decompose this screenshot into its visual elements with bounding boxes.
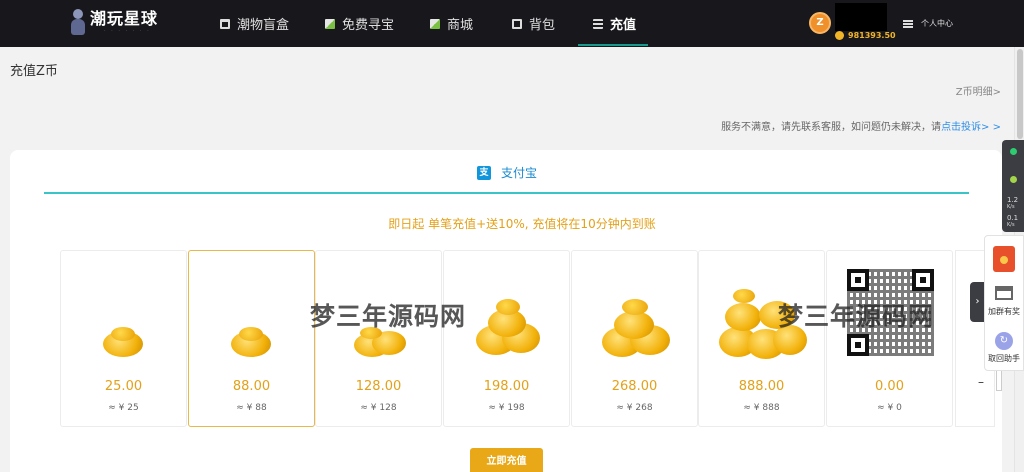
collapse-chevron-icon[interactable]: › — [970, 282, 985, 322]
user-center-link[interactable]: 个人中心 — [903, 18, 953, 29]
balance-value: 981393.50 — [848, 31, 896, 40]
nav-item-label: 潮物盲盒 — [237, 18, 290, 33]
user-center-label: 个人中心 — [921, 19, 953, 28]
tile-price: ≈ ¥ 25 — [108, 403, 139, 413]
avatar[interactable] — [835, 3, 887, 31]
image-icon — [325, 18, 335, 29]
nav-item-label: 背包 — [529, 18, 556, 33]
retrieve-icon[interactable]: ↻ — [995, 332, 1013, 350]
tab-alipay[interactable]: 支 支付宝 — [477, 164, 537, 181]
nav-item-backpack[interactable]: 背包 — [512, 0, 555, 47]
status-dot-icon — [1010, 148, 1017, 155]
alipay-icon: 支 — [477, 165, 491, 180]
tile-amount: 88.00 — [232, 379, 271, 394]
red-packet-icon[interactable] — [993, 246, 1015, 272]
tab-alipay-label: 支付宝 — [501, 166, 538, 180]
helper-panel: 加群有奖 ↻ 取回助手 — [984, 235, 1024, 371]
balance: 981393.50 — [835, 31, 896, 40]
speed-unit: K/s — [1007, 222, 1015, 228]
nav-item-recharge[interactable]: 充值 — [593, 0, 636, 47]
tile-price: ≈ ¥ 88 — [236, 403, 267, 413]
amount-tile[interactable]: 198.00 ≈ ¥ 198 — [443, 250, 570, 427]
logo-subtitle: · · · · · · · — [104, 27, 151, 34]
logo-title: 潮玩星球 — [90, 8, 159, 28]
tile-amount: 888.00 — [738, 379, 785, 394]
complain-link[interactable]: 点击投诉> > — [941, 122, 1001, 133]
helper-retrieve[interactable]: 取回助手 — [985, 353, 1023, 364]
nav-item-label: 充值 — [610, 18, 637, 33]
tile-amount: 268.00 — [611, 379, 658, 394]
tile-amount: 198.00 — [483, 379, 530, 394]
tile-price: ≈ ¥ 888 — [743, 403, 780, 413]
complain-notice: 服务不满意，请先联系客服，如问题仍未解决，请点击投诉> > — [721, 118, 1001, 133]
image-icon — [430, 18, 440, 29]
tile-amount: 128.00 — [355, 379, 402, 394]
amount-tile[interactable]: 25.00 ≈ ¥ 25 — [60, 250, 187, 427]
nav-item-treasure[interactable]: 免费寻宝 — [325, 0, 394, 47]
zcoin-detail-link[interactable]: Z币明细> — [956, 83, 1001, 98]
promo-text: 即日起 单笔充值+送10%, 充值将在10分钟内到账 — [388, 217, 656, 231]
shop-icon[interactable] — [995, 286, 1013, 300]
tab-underline — [44, 192, 969, 194]
amount-tile[interactable]: 268.00 ≈ ¥ 268 — [571, 250, 698, 427]
nav-item-blindbox[interactable]: 潮物盲盒 — [220, 0, 289, 47]
upload-speed: 1.2 — [1007, 196, 1019, 204]
nav-item-label: 免费寻宝 — [342, 18, 395, 33]
logo-figure-icon — [70, 9, 86, 35]
download-speed: 0.1 — [1007, 214, 1019, 222]
minus-icon[interactable]: – — [978, 375, 984, 389]
tile-amount: 0.00 — [875, 379, 904, 394]
recharge-button[interactable]: 立即充值 — [470, 448, 543, 472]
tile-price: ≈ ¥ 268 — [616, 403, 653, 413]
helper-join-group[interactable]: 加群有奖 — [985, 306, 1023, 317]
amount-tile[interactable]: 128.00 ≈ ¥ 128 — [315, 250, 442, 427]
watermark: 梦三年源码网 — [778, 302, 935, 331]
scrollbar-thumb[interactable] — [1017, 49, 1023, 139]
list-icon — [593, 18, 603, 29]
top-nav: 潮玩星球 · · · · · · · 潮物盲盒 免费寻宝 商城 背包 充值 Z … — [0, 0, 1024, 47]
page-title: 充值Z币 — [10, 64, 58, 79]
bag-icon — [512, 18, 522, 29]
custom-amount-input[interactable] — [996, 369, 1002, 391]
active-tab-underline — [578, 44, 648, 46]
nav-item-label: 商城 — [447, 18, 474, 33]
tile-amount: 25.00 — [104, 379, 143, 394]
coin-icon — [835, 31, 844, 40]
box-icon — [220, 18, 230, 29]
tile-price: ≈ ¥ 0 — [877, 403, 902, 413]
status-dot-icon — [1010, 176, 1017, 183]
logo[interactable]: 潮玩星球 · · · · · · · — [70, 9, 158, 35]
tile-price: ≈ ¥ 128 — [360, 403, 397, 413]
menu-icon — [903, 19, 913, 28]
zcoin-icon: Z — [809, 12, 831, 34]
nav-item-shop[interactable]: 商城 — [430, 0, 473, 47]
amount-tile[interactable]: 88.00 ≈ ¥ 88 — [188, 250, 315, 427]
speed-unit: K/s — [1007, 204, 1015, 210]
network-speed-widget: 1.2 K/s 0.1 K/s — [1002, 140, 1024, 232]
watermark: 梦三年源码网 — [310, 302, 467, 331]
amount-tile[interactable]: 888.00 ≈ ¥ 888 — [698, 250, 825, 427]
complain-text: 服务不满意，请先联系客服，如问题仍未解决，请 — [721, 122, 942, 133]
tile-price: ≈ ¥ 198 — [488, 403, 525, 413]
